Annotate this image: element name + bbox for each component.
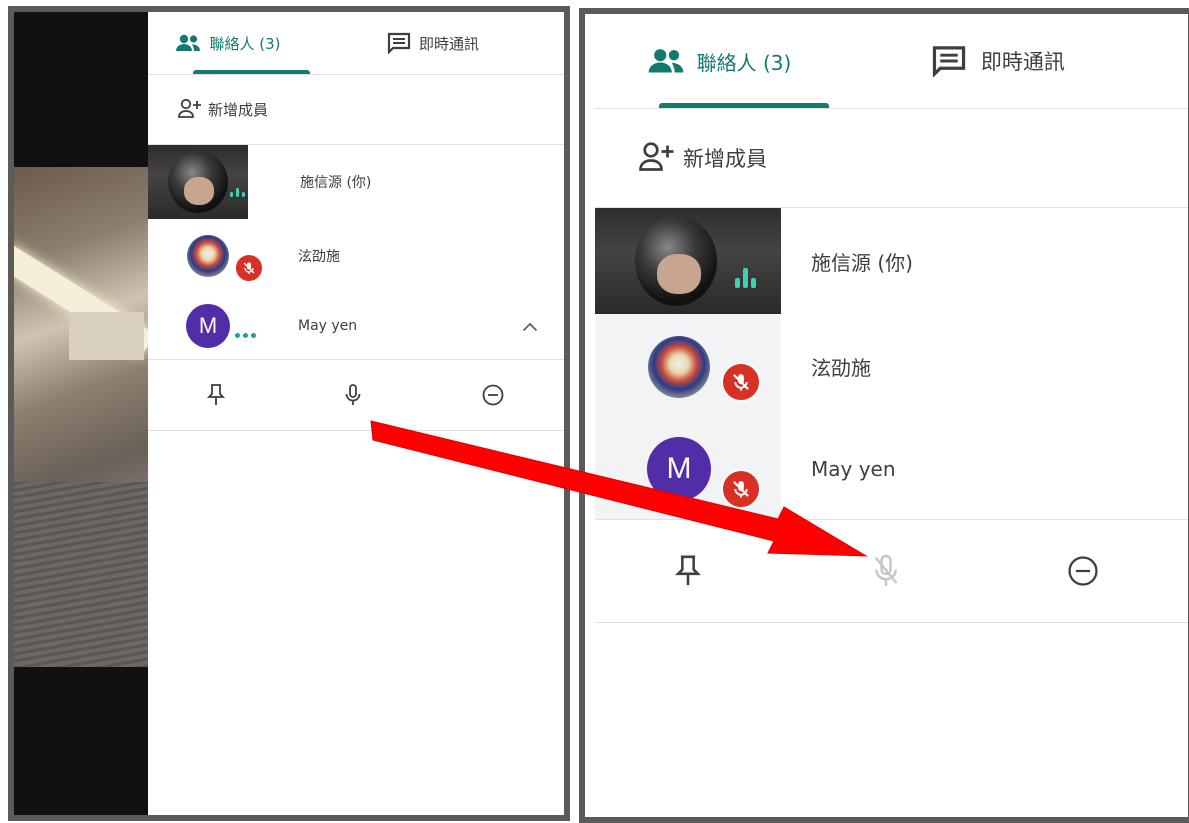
- participants-sidebar: 聯絡人 (3) 即時通訊 新增成員 施信源 (你) 泫劭施 M May yen: [148, 12, 564, 815]
- pin-button[interactable]: [207, 383, 226, 407]
- tab-chat[interactable]: 即時通訊: [308, 12, 558, 74]
- mic-off-icon: [733, 481, 749, 498]
- mic-off-icon: [733, 374, 749, 391]
- participant-row[interactable]: 施信源 (你): [595, 208, 1188, 314]
- pin-icon: [675, 555, 701, 586]
- mic-off-icon: [243, 262, 255, 274]
- tab-contacts[interactable]: 聯絡人 (3): [148, 12, 308, 74]
- remove-icon: [1068, 556, 1098, 586]
- participant-name: 泫劭施: [811, 356, 871, 380]
- speaking-indicator: [235, 333, 256, 338]
- speaking-indicator: [735, 268, 756, 288]
- remove-participant-button[interactable]: [481, 383, 505, 407]
- people-icon: [175, 34, 201, 52]
- participant-name: May yen: [811, 457, 896, 481]
- avatar-cell: M: [595, 419, 781, 519]
- participant-row[interactable]: M May yen: [148, 293, 564, 359]
- remove-participant-button[interactable]: [1066, 554, 1100, 588]
- tab-chat-label: 即時通訊: [418, 34, 479, 53]
- microphone-off-icon: [874, 554, 898, 586]
- avatar: M: [647, 437, 711, 501]
- camera-thumbnail: [148, 145, 248, 219]
- screenshot-after: 聯絡人 (3) 即時通訊 新增成員 施信源 (你) 泫劭施 M May yen: [579, 8, 1189, 823]
- sidebar-tabs: 聯絡人 (3) 即時通訊: [148, 12, 564, 75]
- participant-row[interactable]: 泫劭施: [595, 314, 1188, 419]
- participant-row[interactable]: 施信源 (你): [148, 145, 564, 219]
- avatar: M: [186, 304, 230, 348]
- participant-actions: [595, 519, 1188, 623]
- pin-icon: [207, 384, 226, 405]
- tab-chat[interactable]: 即時通訊: [843, 14, 1188, 108]
- participant-row[interactable]: M May yen: [595, 419, 1188, 519]
- avatar-cell: [148, 219, 286, 293]
- add-member-label: 新增成員: [208, 101, 269, 119]
- avatar: [187, 235, 229, 277]
- add-person-icon: [639, 141, 675, 176]
- participant-name: 施信源 (你): [300, 175, 372, 191]
- video-background: [14, 12, 156, 815]
- mute-button[interactable]: [871, 553, 901, 589]
- add-member-label: 新增成員: [683, 147, 767, 171]
- active-tab-indicator: [659, 103, 829, 108]
- chevron-up-icon[interactable]: [522, 317, 538, 336]
- tab-contacts-label: 聯絡人 (3): [696, 50, 792, 75]
- participant-row[interactable]: 泫劭施: [148, 219, 564, 293]
- tab-contacts[interactable]: 聯絡人 (3): [595, 14, 843, 108]
- participant-actions: [148, 359, 564, 431]
- sidebar-tabs: 聯絡人 (3) 即時通訊: [595, 14, 1188, 109]
- remove-icon: [482, 384, 504, 406]
- participant-name: 泫劭施: [298, 249, 340, 265]
- participants-sidebar: 聯絡人 (3) 即時通訊 新增成員 施信源 (你) 泫劭施 M May yen: [595, 14, 1188, 817]
- people-icon: [647, 48, 685, 74]
- avatar-cell: M: [148, 293, 286, 359]
- participant-name: May yen: [298, 318, 358, 334]
- camera-thumbnail: [595, 208, 781, 314]
- tab-contacts-label: 聯絡人 (3): [209, 34, 281, 53]
- tab-chat-label: 即時通訊: [980, 50, 1065, 74]
- chat-icon: [931, 45, 967, 77]
- mic-muted-badge: [721, 469, 761, 509]
- active-tab-indicator: [193, 70, 310, 74]
- mic-muted-badge: [234, 253, 264, 283]
- mic-muted-badge: [721, 362, 761, 402]
- microphone-icon: [345, 384, 361, 405]
- add-member-button[interactable]: 新增成員: [148, 75, 564, 145]
- speaking-indicator: [230, 188, 245, 197]
- avatar-cell: [595, 314, 781, 419]
- avatar: [648, 335, 710, 398]
- pin-button[interactable]: [675, 554, 701, 588]
- screenshot-before: 聯絡人 (3) 即時通訊 新增成員 施信源 (你) 泫劭施 M May yen: [8, 6, 570, 821]
- participant-name: 施信源 (你): [811, 250, 913, 275]
- add-person-icon: [178, 98, 202, 122]
- add-member-button[interactable]: 新增成員: [595, 109, 1188, 208]
- mute-button[interactable]: [344, 383, 362, 407]
- chat-icon: [387, 32, 411, 54]
